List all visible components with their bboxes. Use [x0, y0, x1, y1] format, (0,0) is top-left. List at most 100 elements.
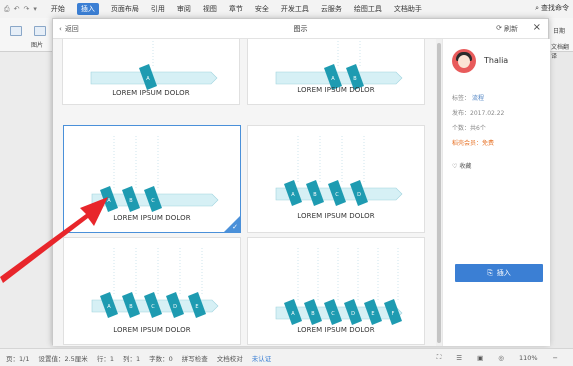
template-caption: LOREM IPSUM DOLOR	[113, 326, 191, 334]
status-position: 设置值：2.5厘米	[38, 354, 88, 363]
ribbon-letter: A	[107, 304, 111, 310]
member-row: 稻壳会员：免费	[452, 140, 495, 147]
wps-writer-window: ⎙ ↶ ↷ ▾ 开始 插入 页面布局 引用 审阅 视图 章节 安全 开发工具 云…	[0, 0, 573, 366]
count-row: 个数：共6个	[452, 125, 486, 132]
tag-row: 标签： 流程	[452, 95, 484, 102]
refresh-label: 刷新	[504, 25, 518, 33]
certification-status[interactable]: 未认证	[252, 353, 272, 363]
date-button-label[interactable]: 日期	[553, 26, 565, 35]
favorite-label: 收藏	[459, 163, 472, 170]
template-info-panel: Thalia 标签： 流程 发布：2017.02.22 个数：共6个 稻壳会员：…	[442, 39, 550, 346]
ribbon-letter: E	[371, 311, 374, 317]
menu-tab-security[interactable]: 安全	[255, 4, 269, 14]
diagram-dialog: ‹ 返回 图示 ⟳ 刷新 × A LOREM IPSUM DOLOR A B LOREM…	[52, 18, 550, 346]
doc-translate-button-label[interactable]: 文档翻译	[551, 42, 573, 60]
template-card[interactable]: A B C D E F LOREM IPSUM DOLOR	[247, 237, 425, 345]
zoom-out-icon[interactable]: −	[553, 354, 558, 362]
author-name: Thalia	[484, 56, 509, 65]
zoom-level[interactable]: 110%	[519, 354, 538, 362]
doc-proof-button[interactable]: 文档校对	[217, 353, 243, 363]
template-caption: LOREM IPSUM DOLOR	[297, 326, 375, 334]
refresh-icon: ⟳	[496, 24, 502, 32]
web-view-icon[interactable]: ◎	[498, 354, 504, 362]
insert-button-label: 插入	[496, 269, 511, 277]
ribbon-letter: F	[392, 311, 395, 317]
menu-tab-cloud[interactable]: 云服务	[321, 4, 342, 14]
ribbon-letter: E	[195, 304, 198, 310]
template-card[interactable]: A B C D E LOREM IPSUM DOLOR	[63, 237, 241, 345]
ribbon-letter: D	[357, 192, 361, 198]
insert-button[interactable]: ⎘ 插入	[455, 264, 543, 282]
picture-icon[interactable]	[34, 26, 46, 36]
ribbon-letter: B	[353, 76, 357, 82]
ribbon-letter: B	[313, 192, 317, 198]
command-search-label: 查找命令	[541, 4, 569, 12]
ribbon-letter: C	[151, 198, 155, 204]
template-card[interactable]: A B LOREM IPSUM DOLOR	[247, 39, 425, 105]
ribbon-letter: C	[331, 311, 335, 317]
menu-tab-drawing[interactable]: 绘图工具	[354, 4, 382, 14]
menu-tab-insert[interactable]: 插入	[76, 3, 99, 15]
template-card[interactable]: A B C D LOREM IPSUM DOLOR	[247, 125, 425, 233]
page-view-icon[interactable]: ▣	[477, 354, 483, 362]
template-caption: LOREM IPSUM DOLOR	[297, 212, 375, 220]
menu-bar: ⎙ ↶ ↷ ▾ 开始 插入 页面布局 引用 审阅 视图 章节 安全 开发工具 云…	[0, 0, 573, 18]
spell-check-toggle[interactable]: 拼写检查	[182, 353, 208, 363]
ribbon-letter: A	[291, 192, 295, 198]
insert-icon: ⎘	[487, 268, 493, 277]
ribbon-letter: C	[151, 304, 155, 310]
scrollbar-thumb[interactable]	[437, 43, 441, 343]
refresh-button[interactable]: ⟳ 刷新	[496, 24, 518, 34]
menu-tab-doc-assistant[interactable]: 文档助手	[394, 4, 422, 14]
template-card[interactable]: A LOREM IPSUM DOLOR	[62, 39, 240, 105]
publish-date-row: 发布：2017.02.22	[452, 110, 505, 117]
ribbon-letter: C	[335, 192, 339, 198]
menu-tab-home[interactable]: 开始	[51, 4, 65, 14]
quick-access-toolbar: ⎙ ↶ ↷ ▾	[0, 5, 37, 14]
outline-view-icon[interactable]: ☰	[456, 354, 462, 362]
view-controls: ⛶ ☰ ▣ ◎ 110% −	[437, 353, 567, 362]
favorite-button[interactable]: ♡ 收藏	[452, 161, 471, 170]
ribbon-letter: D	[173, 304, 177, 310]
template-preview: AB	[275, 39, 403, 90]
picture-button-label[interactable]: 图片	[31, 40, 43, 49]
status-col: 列：1	[122, 354, 141, 363]
template-caption: LOREM IPSUM DOLOR	[297, 86, 375, 94]
template-caption: LOREM IPSUM DOLOR	[112, 89, 190, 97]
ribbon-letter: A	[107, 198, 111, 204]
menu-tab-chapter[interactable]: 章节	[229, 4, 243, 14]
search-icon: ⌕	[535, 3, 539, 12]
page-icon[interactable]	[10, 26, 22, 36]
template-card[interactable]: A B C LOREM IPSUM DOLOR ✓	[63, 125, 241, 233]
dialog-header: ‹ 返回 图示 ⟳ 刷新 ×	[53, 19, 548, 39]
menu-tab-layout[interactable]: 页面布局	[111, 4, 139, 14]
redo-icon[interactable]: ↷	[23, 5, 29, 13]
template-caption: LOREM IPSUM DOLOR	[113, 214, 191, 222]
status-bar: 页：1/1 设置值：2.5厘米 行：1 列：1 字数：0 拼写检查 文档校对 未…	[0, 348, 573, 366]
ribbon-letter: D	[351, 311, 355, 317]
undo-icon[interactable]: ↶	[14, 5, 20, 13]
menu-tab-view[interactable]: 视图	[203, 4, 217, 14]
status-row: 行：1	[96, 354, 114, 363]
ribbon-letter: A	[331, 76, 335, 82]
ribbon-letter: B	[129, 304, 133, 310]
document-area-left	[0, 52, 50, 348]
menu-tab-devtools[interactable]: 开发工具	[281, 4, 309, 14]
menu-tab-references[interactable]: 引用	[151, 4, 165, 14]
more-icon[interactable]: ▾	[33, 5, 37, 13]
status-page[interactable]: 页：1/1	[6, 353, 29, 363]
check-icon: ✓	[232, 223, 238, 231]
status-word-count[interactable]: 字数：0	[149, 353, 173, 363]
heart-icon: ♡	[452, 163, 458, 170]
menu-tab-review[interactable]: 审阅	[177, 4, 191, 14]
tag-link[interactable]: 流程	[472, 95, 484, 102]
fullscreen-icon[interactable]: ⛶	[437, 353, 442, 362]
ribbon-letter: A	[146, 76, 150, 82]
avatar	[452, 49, 476, 73]
ribbon-letter: B	[129, 198, 133, 204]
save-icon[interactable]: ⎙	[4, 5, 10, 14]
close-icon[interactable]: ×	[533, 22, 541, 33]
command-search[interactable]: ⌕ 查找命令	[535, 3, 569, 13]
ribbon-letter: B	[311, 311, 315, 317]
ribbon-letter: A	[291, 311, 295, 317]
